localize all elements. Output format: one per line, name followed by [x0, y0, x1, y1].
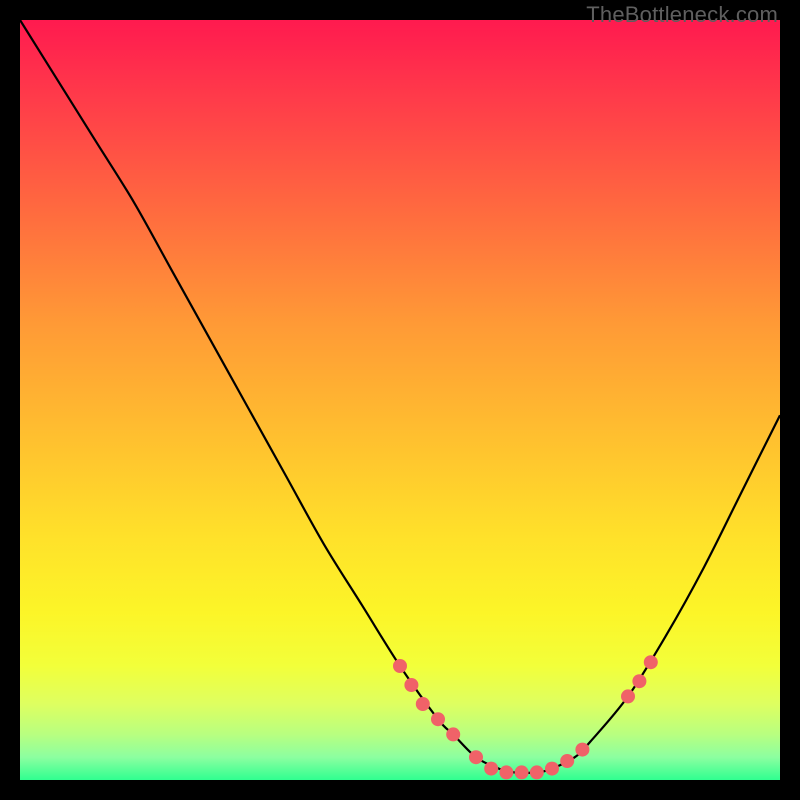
curve-marker: [621, 689, 635, 703]
curve-marker: [632, 674, 646, 688]
curve-marker: [484, 762, 498, 776]
chart-svg: [20, 20, 780, 780]
curve-marker: [469, 750, 483, 764]
curve-markers: [393, 655, 658, 779]
curve-marker: [431, 712, 445, 726]
curve-marker: [515, 765, 529, 779]
curve-marker: [560, 754, 574, 768]
branding-watermark: TheBottleneck.com: [586, 2, 778, 28]
curve-marker: [644, 655, 658, 669]
curve-marker: [499, 765, 513, 779]
curve-marker: [393, 659, 407, 673]
curve-marker: [545, 762, 559, 776]
curve-marker: [530, 765, 544, 779]
curve-marker: [446, 727, 460, 741]
curve-marker: [416, 697, 430, 711]
plot-area: [20, 20, 780, 780]
curve-marker: [404, 678, 418, 692]
curve-marker: [575, 743, 589, 757]
chart-frame: TheBottleneck.com: [0, 0, 800, 800]
